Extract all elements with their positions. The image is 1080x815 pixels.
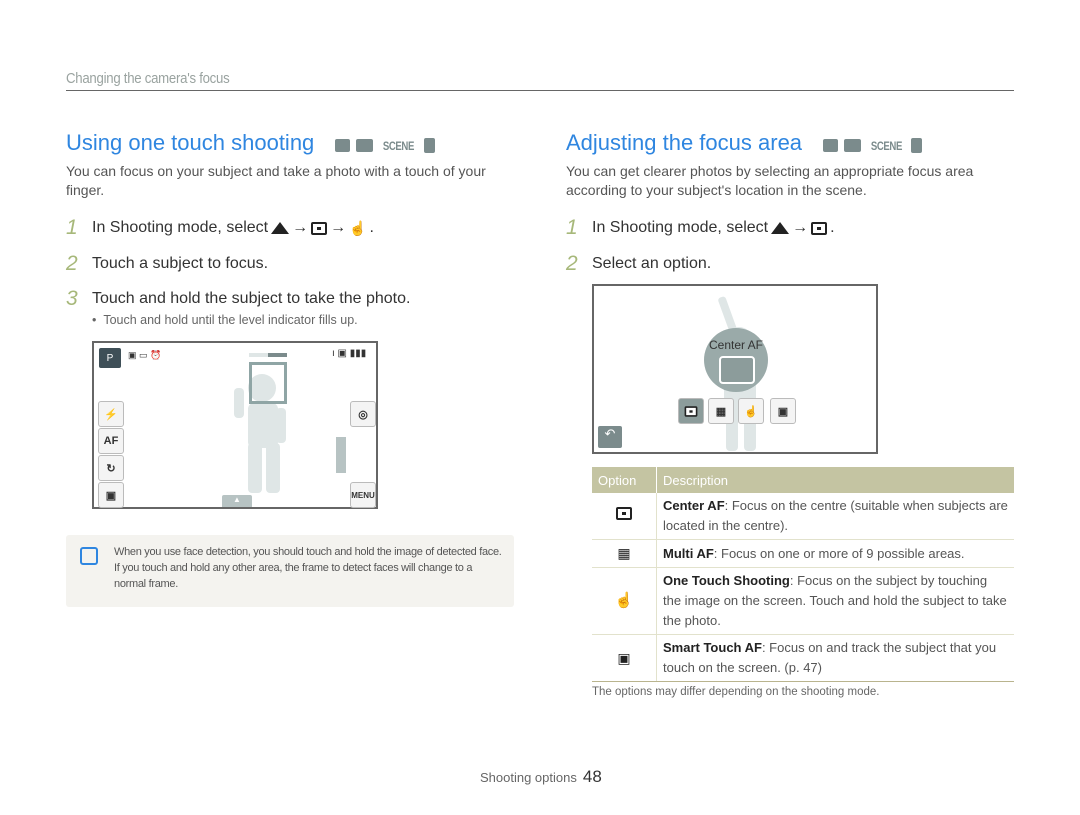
camera-screen-focus-area: Center AF ▦ ☝ ▣ ↶ — [592, 284, 878, 454]
section-header: Changing the camera's focus — [66, 70, 230, 87]
footnote: The options may differ depending on the … — [592, 686, 880, 698]
footer-label: Shooting options — [480, 770, 577, 785]
up-triangle-icon — [271, 222, 290, 234]
left-bullet: • Touch and hold until the level indicat… — [92, 313, 358, 327]
center-af-option[interactable] — [678, 398, 704, 424]
options-table: Option Description Center AF: Focus on t… — [592, 467, 1014, 682]
status-icons: ▣ ▭ ⏰ — [128, 350, 162, 360]
focus-frame[interactable] — [249, 362, 287, 404]
dual-is-icon — [911, 138, 923, 154]
right-section-title: Adjusting the focus area — [566, 130, 803, 155]
step-text: Touch a subject to focus. — [92, 255, 269, 272]
step-text: Select an option. — [592, 255, 712, 272]
option-name: Multi AF — [663, 545, 714, 561]
step-number: 2 — [66, 252, 78, 275]
mode-icons: SCENE — [334, 138, 435, 154]
center-af-icon — [811, 221, 828, 235]
timer-off-icon[interactable]: ↻ — [98, 455, 124, 481]
table-row: ☝ One Touch Shooting: Focus on the subje… — [592, 567, 1014, 635]
program-mode-button[interactable]: P — [99, 348, 121, 368]
af-label: AF — [103, 435, 119, 447]
one-touch-option[interactable]: ☝ — [738, 398, 764, 424]
bullet-dot: • — [92, 313, 104, 327]
right-step-1: 1 In Shooting mode, select → . — [566, 216, 835, 239]
smart-touch-af-option[interactable]: ▣ — [770, 398, 796, 424]
camera-icon — [822, 139, 838, 153]
step-number: 1 — [66, 216, 78, 239]
camera-screen-one-touch: P ▣ ▭ ⏰ ı ▣ ▮▮▮ ⚡ AF ↻ ▣ ◎ MENU ▲ — [92, 341, 378, 509]
side-panel-tab[interactable] — [336, 437, 346, 473]
left-step-3: 3 Touch and hold the subject to take the… — [66, 287, 410, 311]
table-row: ▣ Smart Touch AF: Focus on and track the… — [592, 634, 1014, 682]
option-name: One Touch Shooting — [663, 573, 790, 588]
camera-icon — [334, 139, 350, 153]
one-touch-icon: ☝ — [349, 219, 367, 236]
col-header-description: Description — [656, 467, 1014, 493]
program-mode-icon — [355, 139, 373, 153]
step-text: In Shooting mode, select — [592, 219, 769, 236]
header-divider — [66, 90, 1014, 91]
bullet-text: Touch and hold until the level indicator… — [103, 313, 358, 327]
step-number: 1 — [566, 216, 578, 239]
one-touch-icon: ☝ — [614, 592, 634, 609]
scene-mode-icon: SCENE — [382, 138, 414, 153]
battery-icon: ı ▣ ▮▮▮ — [332, 348, 367, 359]
back-button[interactable]: ↶ — [598, 426, 622, 448]
arrow-icon: → — [792, 219, 809, 236]
right-step-2: 2 Select an option. — [566, 252, 711, 276]
stabilizer-icon[interactable]: ◎ — [350, 401, 376, 427]
arrow-icon: → — [330, 219, 347, 236]
table-row: ▦ Multi AF: Focus on one or more of 9 po… — [592, 539, 1014, 568]
center-af-icon — [616, 507, 632, 520]
left-step-1: 1 In Shooting mode, select → → ☝. — [66, 216, 374, 239]
left-step-2: 2 Touch a subject to focus. — [66, 252, 268, 276]
left-title-row: Using one touch shooting SCENE — [66, 130, 435, 156]
dual-is-icon — [423, 138, 435, 154]
note-text: When you use face detection, you should … — [114, 546, 502, 590]
multi-af-option[interactable]: ▦ — [708, 398, 734, 424]
right-title-row: Adjusting the focus area SCENE — [566, 130, 923, 156]
smart-touch-af-icon: ▣ — [617, 649, 631, 666]
left-intro: You can focus on your subject and take a… — [66, 163, 486, 198]
option-desc: : Focus on one or more of 9 possible are… — [713, 545, 965, 561]
program-mode-icon — [843, 139, 861, 153]
table-row: Center AF: Focus on the centre (suitable… — [592, 493, 1014, 540]
level-indicator — [249, 353, 287, 357]
selected-option-label: Center AF — [708, 338, 764, 352]
arrow-icon: → — [292, 219, 309, 236]
af-button[interactable]: AF — [98, 428, 124, 454]
col-header-option: Option — [592, 467, 657, 493]
menu-label: MENU — [351, 490, 375, 500]
note-icon — [80, 547, 98, 565]
flash-auto-icon[interactable]: ⚡ — [98, 401, 124, 427]
option-name: Center AF — [663, 498, 725, 513]
right-intro: You can get clearer photos by selecting … — [566, 163, 974, 198]
level-indicator-fill — [268, 353, 287, 357]
bottom-panel-tab[interactable]: ▲ — [222, 495, 252, 507]
multi-af-icon: ▦ — [617, 545, 631, 561]
step-text: Touch and hold the subject to take the p… — [92, 290, 411, 307]
scene-mode-icon: SCENE — [870, 138, 902, 153]
menu-button[interactable]: MENU — [350, 482, 376, 508]
page-number: 48 — [582, 767, 602, 786]
page-footer: Shooting options 48 — [480, 767, 602, 787]
center-af-icon — [311, 221, 328, 235]
left-section-title: Using one touch shooting — [66, 130, 315, 155]
step-number: 3 — [66, 287, 78, 310]
step-number: 2 — [566, 252, 578, 275]
center-af-preview-icon — [719, 356, 755, 384]
step-text: In Shooting mode, select — [92, 219, 269, 236]
mode-icons: SCENE — [822, 138, 923, 154]
option-name: Smart Touch AF — [663, 640, 762, 655]
up-triangle-icon — [771, 222, 790, 234]
note-box: When you use face detection, you should … — [66, 535, 514, 607]
display-settings-icon[interactable]: ▣ — [98, 482, 124, 508]
